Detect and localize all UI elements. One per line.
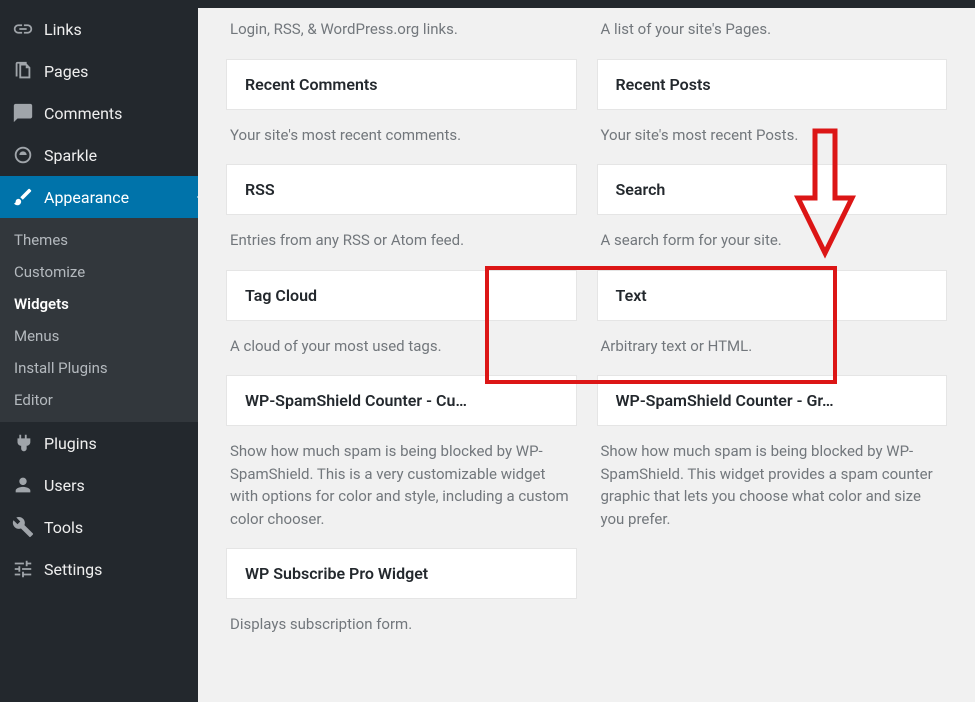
- sidebar-item-label: Settings: [44, 560, 102, 579]
- widget-desc: Your site's most recent comments.: [226, 110, 577, 153]
- widget-rss[interactable]: RSS: [226, 164, 577, 215]
- widget-desc: A list of your site's Pages.: [597, 18, 948, 47]
- submenu-appearance: Themes Customize Widgets Menus Install P…: [0, 218, 198, 422]
- widget-desc: Entries from any RSS or Atom feed.: [226, 215, 577, 258]
- sidebar-item-label: Sparkle: [44, 146, 97, 165]
- widget-desc: A cloud of your most used tags.: [226, 321, 577, 364]
- main-content: Login, RSS, & WordPress.org links. Recen…: [198, 8, 975, 702]
- sidebar-item-pages[interactable]: Pages: [0, 50, 198, 92]
- submenu-item-widgets[interactable]: Widgets: [0, 288, 198, 320]
- sidebar-item-label: Users: [44, 476, 85, 495]
- sidebar-item-sparkle[interactable]: Sparkle: [0, 134, 198, 176]
- wrench-icon: [12, 516, 34, 538]
- sidebar-item-label: Pages: [44, 62, 88, 81]
- widget-desc: Your site's most recent Posts.: [597, 110, 948, 153]
- widget-grid: Login, RSS, & WordPress.org links. Recen…: [226, 18, 947, 642]
- submenu-item-install-plugins[interactable]: Install Plugins: [0, 352, 198, 384]
- sidebar-item-comments[interactable]: Comments: [0, 92, 198, 134]
- user-icon: [12, 474, 34, 496]
- sidebar-item-links[interactable]: Links: [0, 8, 198, 50]
- widget-subscribe-pro[interactable]: WP Subscribe Pro Widget: [226, 548, 577, 599]
- link-icon: [12, 18, 34, 40]
- pages-icon: [12, 60, 34, 82]
- sidebar-item-tools[interactable]: Tools: [0, 506, 198, 548]
- sidebar-item-label: Comments: [44, 104, 122, 123]
- widget-recent-comments[interactable]: Recent Comments: [226, 59, 577, 110]
- widget-text[interactable]: Text: [597, 270, 948, 321]
- sidebar-item-plugins[interactable]: Plugins: [0, 422, 198, 464]
- sidebar-item-label: Appearance: [44, 188, 129, 207]
- sidebar-item-settings[interactable]: Settings: [0, 548, 198, 590]
- widget-search[interactable]: Search: [597, 164, 948, 215]
- widget-spamshield-graphic[interactable]: WP-SpamShield Counter - Gr…: [597, 375, 948, 426]
- widget-desc: Show how much spam is being blocked by W…: [597, 426, 948, 536]
- widget-desc: Displays subscription form.: [226, 599, 577, 642]
- widget-recent-posts[interactable]: Recent Posts: [597, 59, 948, 110]
- widget-col-left: Login, RSS, & WordPress.org links. Recen…: [226, 18, 577, 642]
- sparkle-icon: [12, 144, 34, 166]
- sidebar-item-users[interactable]: Users: [0, 464, 198, 506]
- sidebar-item-label: Links: [44, 20, 82, 39]
- widget-tag-cloud[interactable]: Tag Cloud: [226, 270, 577, 321]
- top-bar: [0, 0, 975, 8]
- sliders-icon: [12, 558, 34, 580]
- widget-desc: A search form for your site.: [597, 215, 948, 258]
- widget-col-right: A list of your site's Pages. Recent Post…: [597, 18, 948, 642]
- widget-spamshield-custom[interactable]: WP-SpamShield Counter - Cu…: [226, 375, 577, 426]
- widget-desc: Show how much spam is being blocked by W…: [226, 426, 577, 536]
- submenu-item-themes[interactable]: Themes: [0, 224, 198, 256]
- sidebar-item-label: Tools: [44, 518, 83, 537]
- widget-desc: Arbitrary text or HTML.: [597, 321, 948, 364]
- admin-wrapper: Links Pages Comments Sparkle Appearance: [0, 8, 975, 702]
- submenu-item-customize[interactable]: Customize: [0, 256, 198, 288]
- brush-icon: [12, 186, 34, 208]
- plug-icon: [12, 432, 34, 454]
- submenu-item-menus[interactable]: Menus: [0, 320, 198, 352]
- submenu-item-editor[interactable]: Editor: [0, 384, 198, 416]
- widget-desc: Login, RSS, & WordPress.org links.: [226, 18, 577, 47]
- sidebar-item-appearance[interactable]: Appearance: [0, 176, 198, 218]
- sidebar: Links Pages Comments Sparkle Appearance: [0, 8, 198, 702]
- comments-icon: [12, 102, 34, 124]
- sidebar-item-label: Plugins: [44, 434, 97, 453]
